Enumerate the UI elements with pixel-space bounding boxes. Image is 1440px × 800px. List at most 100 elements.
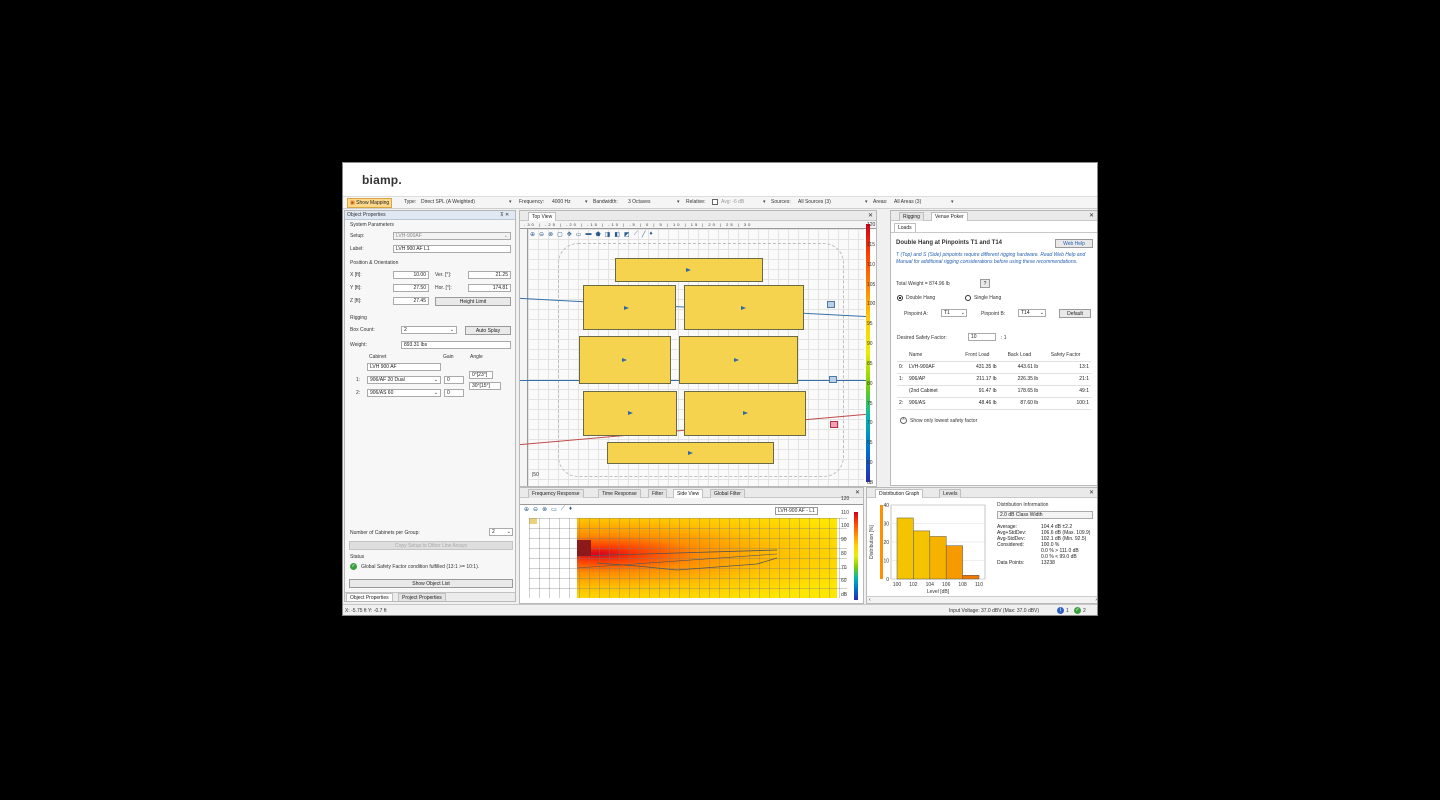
areas-dropdown-icon[interactable]: ▾ — [951, 199, 954, 205]
audience-area-6[interactable] — [583, 391, 677, 436]
show-mapping-button[interactable]: ▣ Show Mapping — [347, 198, 393, 208]
pinpoint-a-select[interactable]: T1 ⌄ — [941, 309, 967, 317]
scroll-right-icon[interactable]: › — [1095, 597, 1097, 603]
zoom-window-icon[interactable]: ▢ — [557, 231, 563, 238]
row1-angle-select[interactable]: 30°[15°] — [469, 382, 501, 390]
rect-area-icon[interactable]: ▬ — [585, 231, 591, 238]
tab-project-properties[interactable]: Project Properties — [398, 593, 446, 601]
sources-dropdown-icon[interactable]: ▾ — [865, 199, 868, 205]
pinpoint-b-select[interactable]: T14 ⌄ — [1018, 309, 1046, 317]
head-cabinet-field[interactable]: LVH 900 AF — [367, 363, 441, 371]
sources-select[interactable]: All Sources (3) — [798, 199, 831, 205]
close-icon[interactable]: ✕ — [1089, 212, 1094, 219]
areas-select[interactable]: All Areas (3) — [894, 199, 921, 205]
audience-area-8[interactable] — [607, 442, 774, 464]
zoom-in-icon[interactable]: ⊕ — [530, 231, 535, 238]
avg-dropdown-icon[interactable]: ▾ — [763, 199, 766, 205]
zoom-in-icon[interactable]: ⊕ — [524, 506, 529, 513]
speaker-icon[interactable] — [827, 301, 835, 308]
shape-a-icon[interactable]: ◨ — [605, 231, 611, 238]
safety-factor-input[interactable]: 10 — [968, 333, 996, 341]
copy-setup-button[interactable]: Copy Setup to Other Line Arrays — [349, 541, 513, 550]
type-select[interactable]: Direct SPL (A Weighted) — [421, 199, 475, 205]
num-groups-select[interactable]: 2 ⌄ — [489, 528, 513, 536]
pan-icon[interactable]: ✥ — [567, 231, 572, 238]
top-view-canvas[interactable]: ⊕ ⊖ ⊗ ▢ ✥ ▭ ▬ ⬟ ◨ ◧ ◩ ⟋ ╱ ♦ |50 — [520, 229, 868, 486]
tab-filter[interactable]: Filter — [648, 489, 668, 498]
help-button[interactable]: ? — [980, 279, 990, 288]
row2-gain-select[interactable]: 0 — [444, 389, 464, 397]
audience-area-5[interactable] — [679, 336, 798, 384]
hor-input[interactable]: 174.81 — [468, 284, 511, 292]
bandwidth-dropdown-icon[interactable]: ▾ — [677, 199, 680, 205]
expand-up-icon[interactable]: ⌃ — [900, 417, 907, 424]
relative-checkbox[interactable] — [712, 199, 718, 205]
audience-area-4[interactable] — [579, 336, 671, 384]
tab-venue-poker[interactable]: Venue Poker — [931, 212, 968, 221]
screen-icon[interactable]: ▭ — [551, 506, 557, 513]
row2-cabinet-select[interactable]: 906/AS 60 ⌄ — [367, 389, 441, 397]
table-row[interactable]: 2: 906/AS 48.46 lb 87.60 lb 100:1 — [897, 397, 1091, 410]
table-row[interactable]: (2nd Cabinet 91.47 lb 178.65 lb 49:1 — [897, 385, 1091, 398]
audience-area-2[interactable] — [583, 285, 676, 330]
height-limit-button[interactable]: Height Limit — [435, 297, 511, 306]
web-help-button[interactable]: Web Help — [1055, 239, 1093, 248]
shape-c-icon[interactable]: ◩ — [624, 231, 630, 238]
polygon-area-icon[interactable]: ⬟ — [595, 231, 600, 238]
z-input[interactable]: 27.45 — [393, 297, 429, 305]
y-input[interactable]: 27.50 — [393, 284, 429, 292]
tab-frequency-response[interactable]: Frequency Response — [528, 489, 584, 498]
pin-close-icon[interactable]: ⊼ ✕ — [500, 212, 509, 218]
shape-b-icon[interactable]: ◧ — [614, 231, 620, 238]
tab-top-view[interactable]: Top View — [528, 212, 557, 221]
tab-global-filter[interactable]: Global Filter — [710, 489, 745, 498]
source-selector[interactable]: LVH-900 AF - L1 — [775, 507, 818, 515]
auto-splay-button[interactable]: Auto Splay — [465, 326, 511, 335]
table-row[interactable]: 0: LVH-900AF 431.35 lb 443.61 lb 13:1 — [897, 361, 1091, 374]
frequency-select[interactable]: 4000 Hz — [552, 199, 571, 205]
check-icon[interactable]: ✓ — [1074, 607, 1081, 614]
tab-side-view[interactable]: Side View — [673, 489, 704, 498]
table-row[interactable]: 1: 906/AP 211.17 lb 226.35 lb 21:1 — [897, 373, 1091, 386]
label-input[interactable]: LVH 900 AF L1 — [393, 245, 511, 253]
horizontal-scrollbar[interactable]: ‹ › — [867, 596, 1097, 603]
tab-time-response[interactable]: Time Response — [598, 489, 641, 498]
single-hang-radio[interactable] — [965, 295, 971, 301]
info-icon[interactable]: i — [1057, 607, 1064, 614]
measure-icon[interactable]: ⟋ — [561, 506, 565, 513]
tab-object-properties[interactable]: Object Properties — [346, 593, 393, 601]
scroll-left-icon[interactable]: ‹ — [869, 597, 871, 603]
close-icon[interactable]: ✕ — [1089, 489, 1094, 496]
frequency-dropdown-icon[interactable]: ▾ — [585, 199, 588, 205]
audience-area-1[interactable] — [615, 258, 763, 282]
line-icon[interactable]: ╱ — [642, 231, 646, 238]
measure-icon[interactable]: ⟋ — [634, 231, 638, 238]
audience-area-7[interactable] — [684, 391, 806, 436]
pin-icon[interactable]: ♦ — [650, 231, 653, 238]
head-angle-field[interactable]: 0°[23°] — [469, 371, 493, 379]
tab-rigging[interactable]: Rigging — [899, 212, 924, 221]
row1-gain-select[interactable]: 0 — [444, 376, 464, 384]
show-object-list-button[interactable]: Show Object List — [349, 579, 513, 588]
setup-select[interactable]: LVH-900AF ⌄ — [393, 232, 511, 240]
screen-icon[interactable]: ▭ — [576, 231, 582, 238]
show-lowest-label[interactable]: Show only lowest safety factor — [910, 418, 977, 424]
audience-area-3[interactable] — [684, 285, 804, 330]
double-hang-radio[interactable] — [897, 295, 903, 301]
close-icon[interactable]: ✕ — [868, 212, 873, 219]
ver-input[interactable]: 21.25 — [468, 271, 511, 279]
tab-distribution-graph[interactable]: Distribution Graph — [875, 489, 924, 498]
type-dropdown-icon[interactable]: ▾ — [509, 199, 512, 205]
zoom-out-icon[interactable]: ⊖ — [533, 506, 538, 513]
speaker-icon[interactable] — [829, 376, 837, 383]
zoom-out-icon[interactable]: ⊖ — [539, 231, 544, 238]
pin-icon[interactable]: ♦ — [569, 506, 572, 513]
box-count-select[interactable]: 2 ⌄ — [401, 326, 457, 334]
row1-cabinet-select[interactable]: 906/AF 20 Dual ⌄ — [367, 376, 441, 384]
avg-field[interactable]: Avg: -6 dB — [721, 199, 744, 205]
tab-loads[interactable]: Loads — [894, 223, 916, 232]
zoom-fit-icon[interactable]: ⊗ — [548, 231, 553, 238]
close-icon[interactable]: ✕ — [855, 489, 860, 496]
tab-levels[interactable]: Levels — [939, 489, 962, 498]
x-input[interactable]: 10.00 — [393, 271, 429, 279]
